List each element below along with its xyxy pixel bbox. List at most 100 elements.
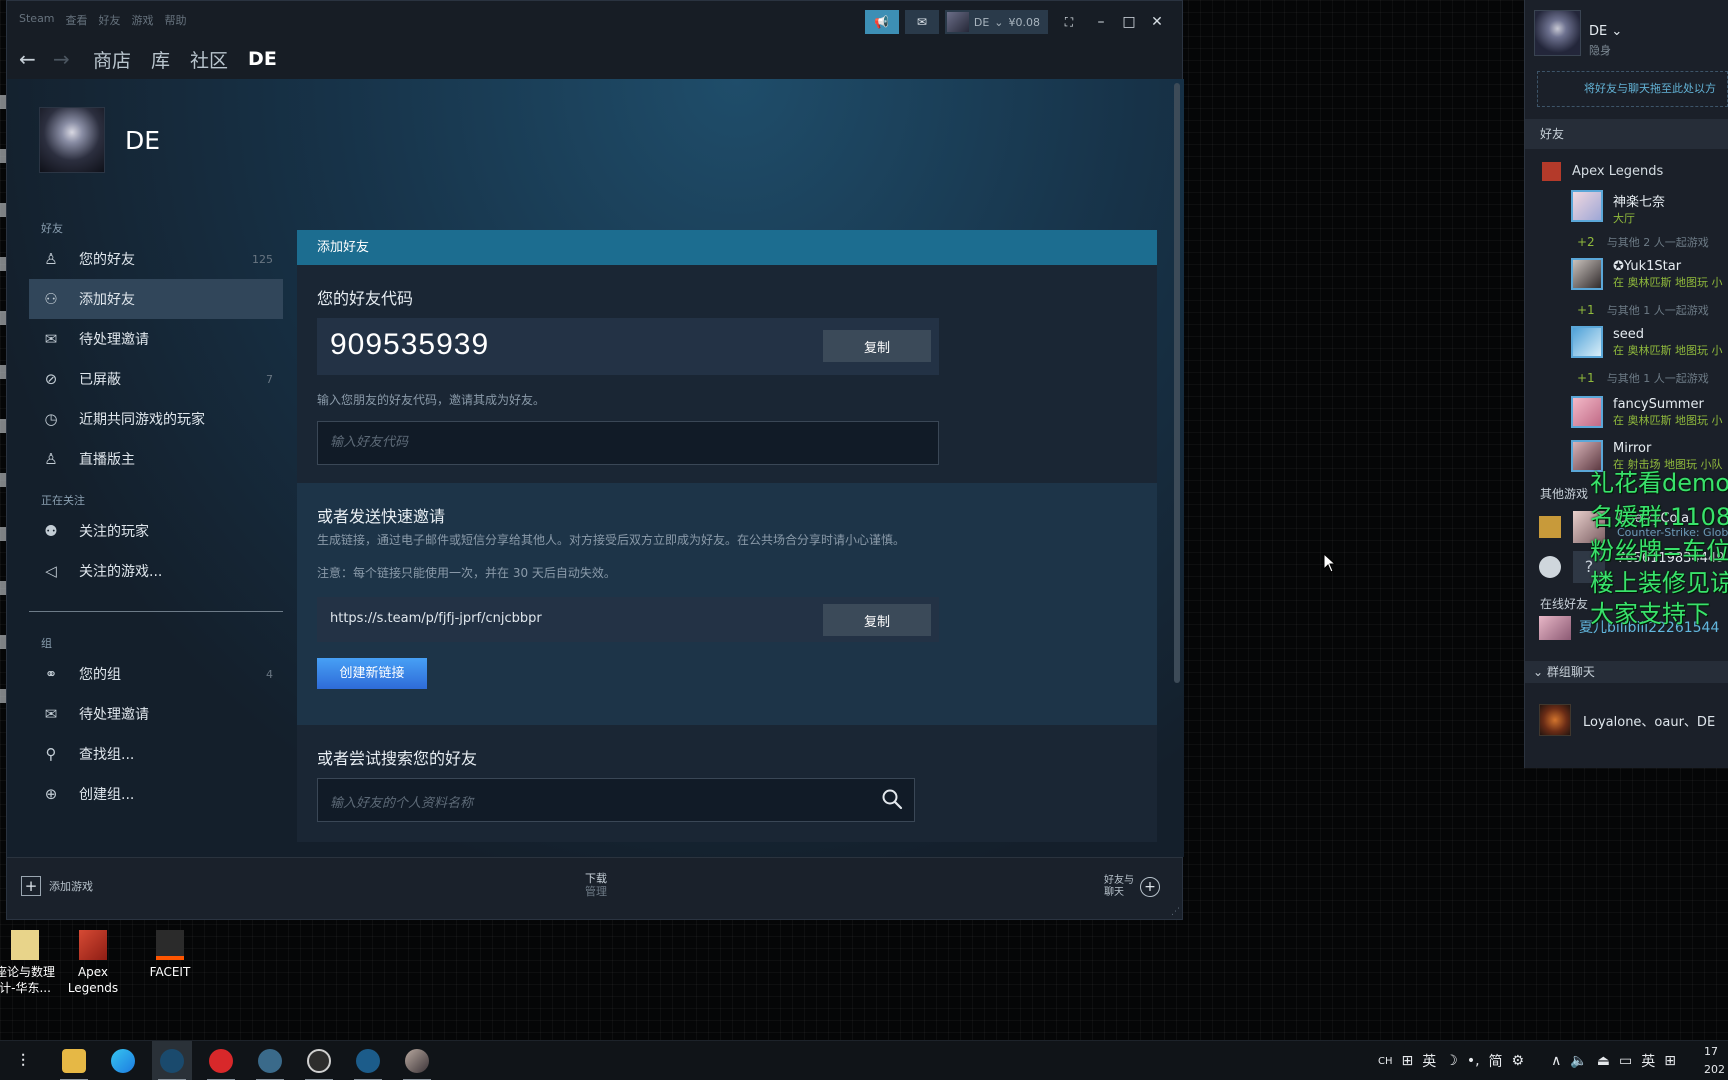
notifications-button[interactable]: ✉ — [904, 10, 939, 34]
ime-language[interactable]: CH — [1378, 1056, 1393, 1067]
sidebar-item-pending-invites[interactable]: ✉ 待处理邀请 — [29, 319, 283, 359]
ime-mode[interactable]: 英 — [1422, 1051, 1436, 1071]
copy-code-button[interactable]: 复制 — [823, 330, 931, 362]
desktop-icon-partial[interactable] — [0, 95, 6, 109]
taskbar-steam[interactable] — [152, 1041, 192, 1080]
group-chat-row[interactable]: Loyalone、oaur、DE — [1525, 700, 1728, 740]
friend-row[interactable]: ✪Yuk1Star 在 奥林匹斯 地图玩 小 — [1525, 255, 1728, 295]
friend-code-input[interactable]: 输入好友代码 — [317, 421, 939, 465]
tab-library[interactable]: 库 — [151, 46, 170, 73]
downloads-button[interactable]: 下载 管理 — [585, 872, 607, 898]
desktop-icon-partial[interactable] — [0, 365, 6, 379]
grid-icon[interactable]: ⊞ — [1402, 1053, 1414, 1069]
announcement-button[interactable]: 📢 — [864, 10, 899, 34]
menu-steam[interactable]: Steam — [19, 12, 55, 28]
sidebar-item-followed-players[interactable]: ⚉ 关注的玩家 — [29, 511, 283, 551]
punctuation-icon[interactable]: •, — [1467, 1053, 1480, 1069]
sidebar-item-group-invites[interactable]: ✉ 待处理邀请 — [29, 694, 283, 734]
desktop-icon-faceit[interactable]: FACEIT — [135, 930, 205, 980]
big-picture-button[interactable]: ⛶ — [1054, 10, 1084, 34]
create-link-button[interactable]: 创建新链接 — [317, 658, 427, 689]
task-view-icon: ⫶ — [20, 1050, 26, 1072]
moon-icon[interactable]: ☽ — [1445, 1053, 1458, 1069]
taskbar-edge[interactable] — [103, 1041, 143, 1080]
ime-script[interactable]: 简 — [1489, 1051, 1503, 1071]
desktop-icon-document[interactable]: 座论与数理 计-华东... — [0, 930, 60, 996]
search-friends-input[interactable]: 输入好友的个人资料名称 — [317, 778, 915, 822]
folder-icon — [11, 930, 39, 960]
menu-help[interactable]: 帮助 — [165, 12, 187, 28]
desktop-icon-partial[interactable] — [0, 581, 6, 595]
task-view-button[interactable]: ⫶ — [3, 1041, 43, 1080]
sidebar-item-label: 近期共同游戏的玩家 — [79, 412, 205, 428]
tab-store[interactable]: 商店 — [93, 46, 131, 73]
taskbar-obs[interactable] — [299, 1041, 339, 1080]
account-menu[interactable]: DE ⌄ ¥0.08 — [944, 10, 1048, 34]
taskbar-app[interactable] — [250, 1041, 290, 1080]
clock[interactable]: 17 202 — [1704, 1043, 1725, 1079]
forward-button[interactable]: → — [53, 47, 75, 71]
back-button[interactable]: ← — [19, 47, 41, 71]
desktop-icon-partial[interactable] — [0, 257, 6, 271]
sidebar-item-followed-games[interactable]: ◁ 关注的游戏... — [29, 551, 283, 591]
profile-name[interactable]: DE — [125, 126, 160, 155]
menu-friends[interactable]: 好友 — [99, 12, 121, 28]
copy-link-button[interactable]: 复制 — [823, 604, 931, 636]
search-icon[interactable] — [881, 788, 903, 810]
group-chat-header[interactable]: ⌄ 群组聊天 — [1525, 661, 1728, 683]
party-count: +1 — [1577, 371, 1595, 385]
desktop-icon-partial[interactable] — [0, 419, 6, 433]
tab-community[interactable]: 社区 — [190, 46, 228, 73]
downloads-sublabel: 管理 — [585, 885, 607, 898]
friend-row[interactable]: fancySummer 在 奥林匹斯 地图玩 小 — [1525, 393, 1728, 433]
sidebar-item-broadcast-moderators[interactable]: ♙ 直播版主 — [29, 439, 283, 479]
taskbar-file-explorer[interactable] — [54, 1041, 94, 1080]
network-icon[interactable]: ▭ — [1619, 1053, 1632, 1069]
taskbar-app-2[interactable] — [348, 1041, 388, 1080]
drop-zone[interactable]: 将好友与聊天拖至此处以方 — [1537, 71, 1728, 107]
avatar[interactable] — [1534, 10, 1581, 56]
friend-code-value[interactable]: 909535939 — [330, 328, 489, 362]
desktop-icon-partial[interactable] — [0, 149, 6, 163]
sidebar-item-your-groups[interactable]: ⚭ 您的组 4 — [29, 654, 283, 694]
friend-row[interactable]: 神楽七奈 大厅 — [1525, 187, 1728, 227]
usb-icon[interactable]: ⏏ — [1597, 1053, 1610, 1069]
desktop-icon-partial[interactable] — [0, 689, 6, 703]
search-icon: ⚲ — [45, 745, 57, 763]
menu-games[interactable]: 游戏 — [132, 12, 154, 28]
desktop-icon-partial[interactable] — [0, 203, 6, 217]
invite-link[interactable]: https://s.team/p/fjfj-jprf/cnjcbbpr — [330, 611, 542, 626]
close-button[interactable]: ✕ — [1146, 14, 1168, 30]
minimize-button[interactable]: – — [1090, 14, 1112, 30]
taskbar-netease-music[interactable] — [201, 1041, 241, 1080]
sidebar-item-blocked[interactable]: ⊘ 已屏蔽 7 — [29, 359, 283, 399]
desktop-icon-partial[interactable] — [0, 635, 6, 649]
friend-row[interactable]: seed 在 奥林匹斯 地图玩 小 — [1525, 323, 1728, 363]
taskbar-app-3[interactable] — [397, 1041, 437, 1080]
maximize-button[interactable]: □ — [1118, 14, 1140, 30]
desktop-icon-partial[interactable] — [0, 473, 6, 487]
menu-view[interactable]: 查看 — [66, 12, 88, 28]
profile-avatar[interactable] — [39, 107, 105, 173]
friends-chat-button[interactable]: 好友与 聊天 + — [1104, 875, 1160, 899]
sidebar-item-add-friend[interactable]: ⚇ 添加好友 — [29, 279, 283, 319]
tab-profile[interactable]: DE — [248, 48, 277, 70]
sidebar-item-find-groups[interactable]: ⚲ 查找组... — [29, 734, 283, 774]
chevron-up-icon[interactable]: ∧ — [1551, 1053, 1561, 1069]
avatar — [946, 12, 969, 32]
input-language[interactable]: 英 — [1641, 1051, 1655, 1071]
grid-icon[interactable]: ⊞ — [1664, 1053, 1676, 1069]
desktop-icon-apex[interactable]: Apex Legends — [58, 930, 128, 996]
desktop-icon-partial[interactable] — [0, 527, 6, 541]
friends-user-name[interactable]: DE ⌄ — [1589, 24, 1622, 39]
game-group-apex[interactable]: Apex Legends — [1525, 155, 1728, 187]
add-game-button[interactable]: + 添加游戏 — [21, 876, 93, 896]
sidebar-item-recent-players[interactable]: ◷ 近期共同游戏的玩家 — [29, 399, 283, 439]
desktop-icon-partial[interactable] — [0, 311, 6, 325]
friends-header[interactable]: 好友 — [1525, 119, 1728, 149]
sidebar-item-your-friends[interactable]: ♙ 您的好友 125 — [29, 239, 283, 279]
gear-icon[interactable]: ⚙ — [1512, 1053, 1525, 1069]
sidebar-item-create-group[interactable]: ⊕ 创建组... — [29, 774, 283, 814]
resize-grip-icon[interactable]: ⋰ — [1171, 907, 1180, 917]
volume-icon[interactable]: 🔈 — [1570, 1053, 1587, 1069]
